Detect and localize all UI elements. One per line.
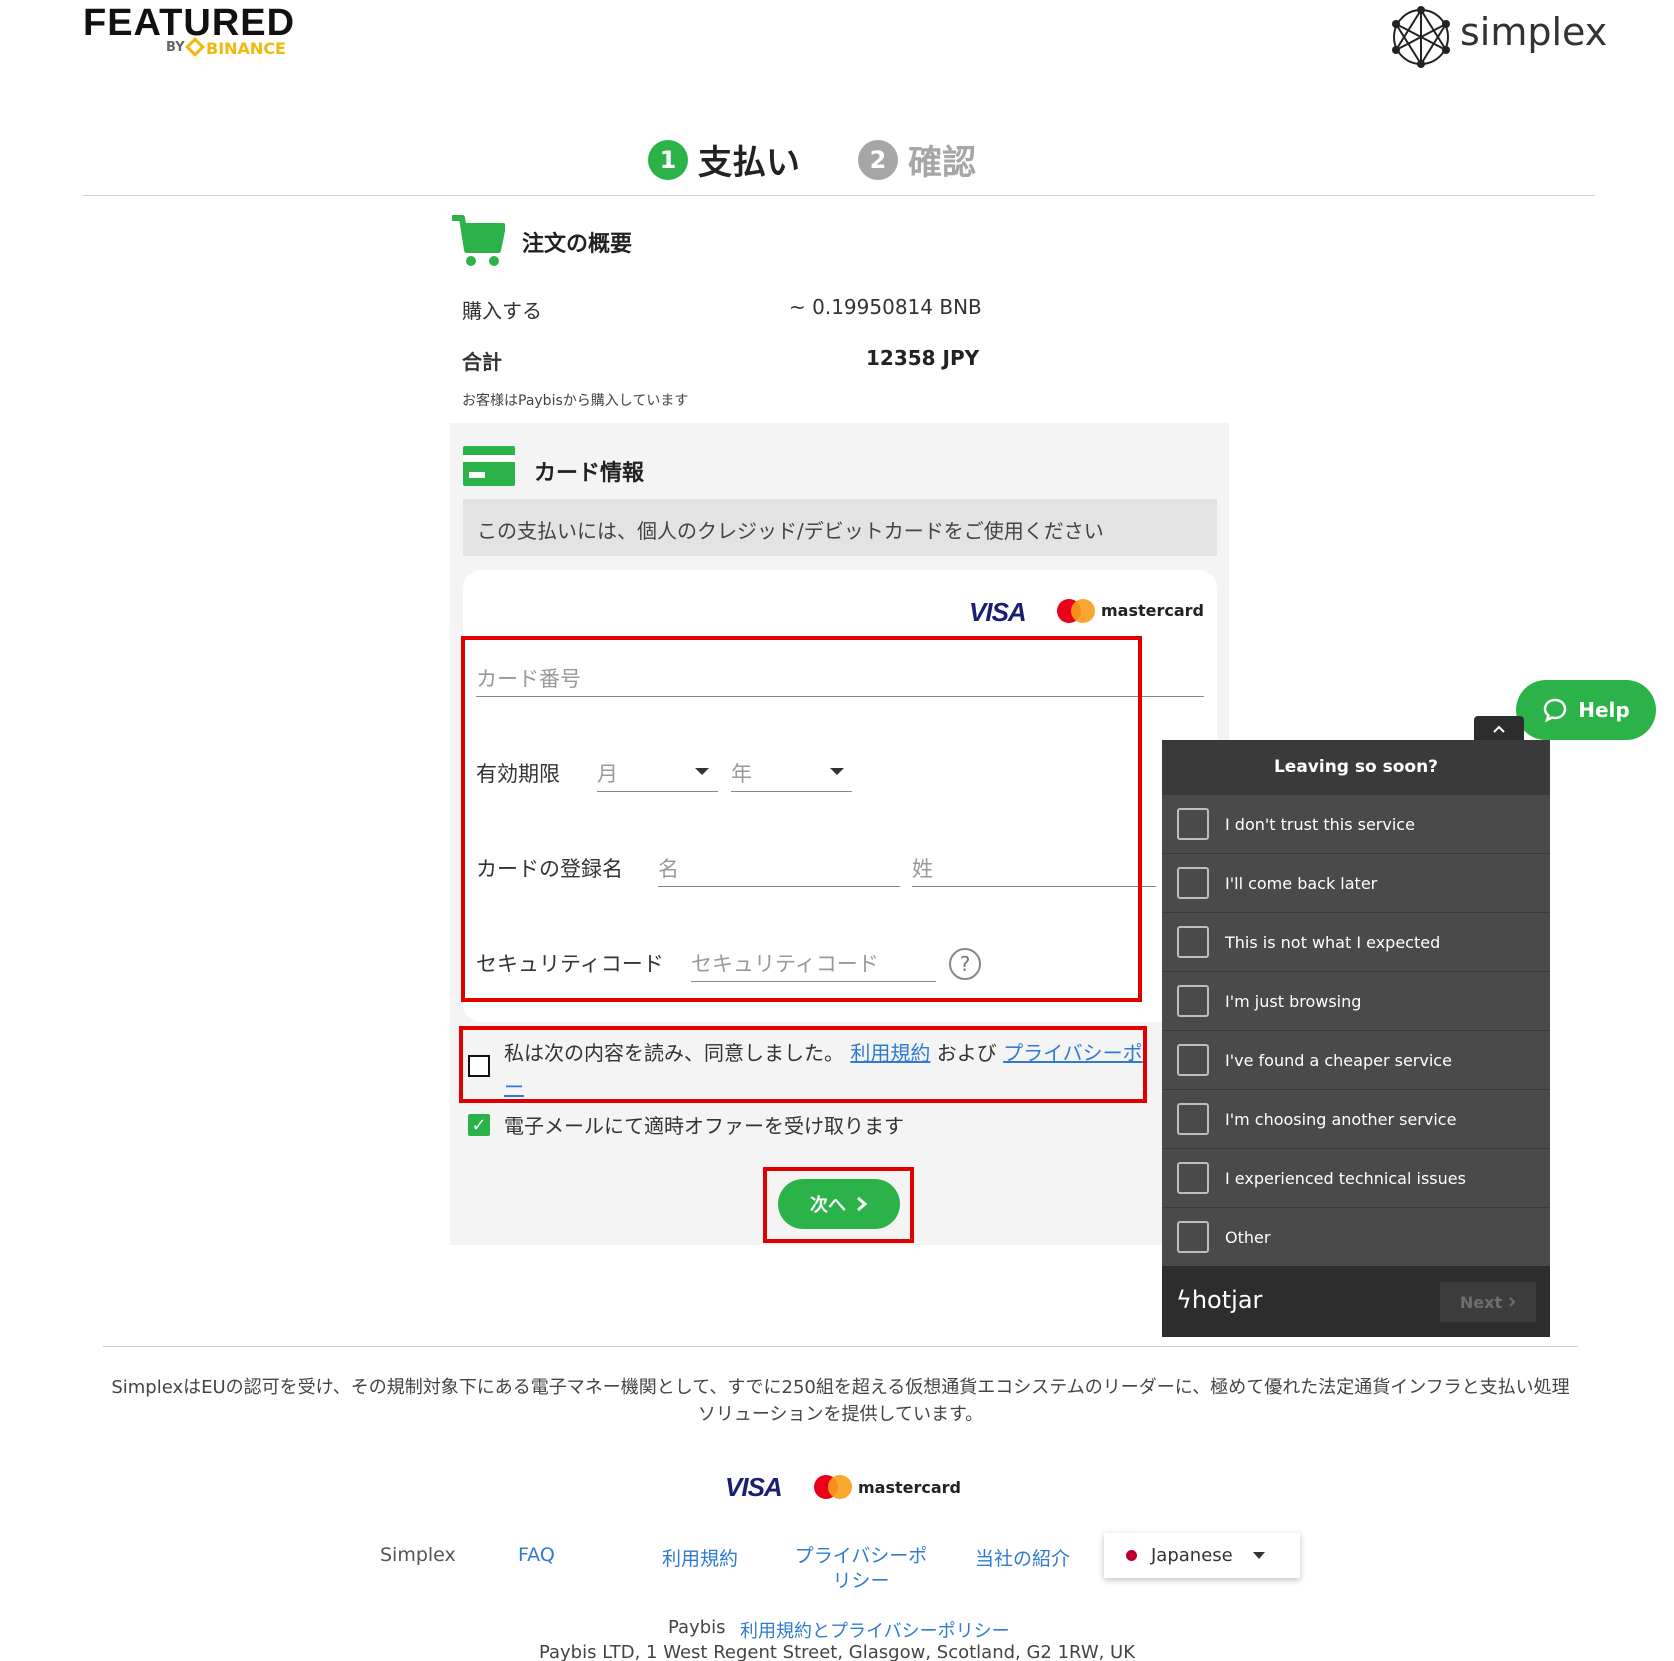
step-1-label: 支払い [698, 143, 800, 183]
hotjar-logo: ϟhotjar [1176, 1286, 1262, 1314]
survey-collapse-button[interactable] [1474, 716, 1524, 741]
next-button-highlight [763, 1167, 914, 1243]
footer-description: SimplexはEUの認可を受け、その規制対象下にある電子マネー機関として、すで… [111, 1377, 1570, 1425]
caret-down-icon [1252, 1552, 1265, 1559]
terms-highlight [459, 1026, 1147, 1103]
survey-option[interactable]: I've found a cheaper service [1162, 1030, 1550, 1089]
hotjar-brand-text: hotjar [1191, 1286, 1263, 1314]
survey-checkbox[interactable] [1177, 867, 1209, 899]
chevron-right-icon [1509, 1297, 1516, 1307]
footer-paybis-label: Paybis [668, 1617, 726, 1638]
footer-faq-link[interactable]: FAQ [518, 1544, 555, 1566]
card-info-title: カード情報 [534, 461, 645, 486]
step-2-label: 確認 [908, 143, 976, 183]
survey-title: Leaving so soon? [1162, 740, 1550, 794]
survey-option[interactable]: I'm just browsing [1162, 971, 1550, 1030]
survey-option[interactable]: I'm choosing another service [1162, 1089, 1550, 1148]
survey-checkbox[interactable] [1177, 1103, 1209, 1135]
survey-option[interactable]: This is not what I expected [1162, 912, 1550, 971]
footer-terms-link[interactable]: 利用規約 [662, 1544, 738, 1571]
paybis-note: お客様はPaybisから購入しています [462, 393, 689, 409]
survey-option-label: I'm just browsing [1225, 991, 1362, 1011]
survey-checkbox[interactable] [1177, 808, 1209, 840]
help-button[interactable]: Help [1516, 680, 1656, 740]
survey-option[interactable]: I'll come back later [1162, 853, 1550, 912]
language-label: Japanese [1151, 1545, 1233, 1566]
cart-icon [452, 215, 505, 266]
survey-checkbox[interactable] [1177, 985, 1209, 1017]
simplex-logo-icon [1392, 6, 1450, 68]
total-label: 合計 [462, 350, 502, 374]
chat-bubble-icon [1543, 698, 1567, 723]
survey-option-label: I'm choosing another service [1225, 1109, 1457, 1129]
survey-option[interactable]: I experienced technical issues [1162, 1148, 1550, 1207]
card-fields-highlight [461, 636, 1142, 1002]
survey-option-label: I've found a cheaper service [1225, 1050, 1452, 1070]
mastercard-logo-text: mastercard [1101, 601, 1205, 620]
footer-simplex-link[interactable]: Simplex [380, 1544, 456, 1566]
footer-paybis-terms-link[interactable]: 利用規約とプライバシーポリシー [740, 1617, 1010, 1643]
footer-mastercard-icon [814, 1475, 852, 1499]
survey-checkbox[interactable] [1177, 1221, 1209, 1253]
survey-option-label: This is not what I expected [1225, 932, 1441, 952]
simplex-logo-text: simplex [1460, 10, 1608, 54]
chevron-up-icon [1493, 725, 1505, 733]
japan-flag-icon [1126, 1550, 1137, 1561]
survey-checkbox[interactable] [1177, 926, 1209, 958]
survey-option[interactable]: Other [1162, 1207, 1550, 1266]
order-summary-title: 注文の概要 [522, 232, 633, 257]
buy-label: 購入する [462, 299, 542, 323]
help-label: Help [1578, 698, 1630, 722]
survey-option[interactable]: I don't trust this service [1162, 794, 1550, 853]
survey-checkbox[interactable] [1177, 1044, 1209, 1076]
total-amount: 12358 JPY [866, 346, 980, 370]
footer-privacy-link[interactable]: プライバシーポリシー [786, 1544, 936, 1594]
binance-logo-text: BINANCE [206, 39, 286, 58]
step-confirm: 2 確認 [858, 135, 976, 184]
footer-divider [103, 1346, 1578, 1347]
survey-option-label: I don't trust this service [1225, 814, 1415, 834]
footer-visa-logo: VISA [725, 1472, 783, 1502]
buy-amount: ~ 0.19950814 BNB [789, 295, 982, 319]
hotjar-bolt-icon: ϟ [1176, 1286, 1192, 1314]
survey-option-label: I'll come back later [1225, 873, 1378, 893]
by-label: BY [166, 40, 185, 55]
survey-option-label: Other [1225, 1227, 1271, 1247]
footer-mastercard-text: mastercard [858, 1478, 962, 1497]
credit-card-icon [463, 446, 515, 486]
offers-label: 電子メールにて適時オファーを受け取ります [504, 1114, 904, 1138]
personal-card-notice: この支払いには、個人のクレジッド/デビットカードをご使用ください [463, 499, 1217, 556]
survey-checkbox[interactable] [1177, 1162, 1209, 1194]
language-select[interactable]: Japanese [1104, 1533, 1300, 1578]
survey-next-label: Next [1459, 1292, 1503, 1312]
step-2-number: 2 [858, 139, 898, 180]
visa-logo: VISA [969, 597, 1027, 627]
offers-checkbox[interactable]: ✓ [468, 1114, 490, 1136]
survey-option-label: I experienced technical issues [1225, 1168, 1466, 1188]
header-divider [83, 195, 1595, 196]
mastercard-icon [1057, 599, 1095, 623]
footer-about-link[interactable]: 当社の紹介 [975, 1544, 1070, 1571]
survey-next-button[interactable]: Next [1440, 1282, 1536, 1322]
footer-address: Paybis LTD, 1 West Regent Street, Glasgo… [538, 1642, 1136, 1661]
step-payment: 1 支払い [648, 135, 800, 184]
step-1-number: 1 [648, 139, 688, 180]
